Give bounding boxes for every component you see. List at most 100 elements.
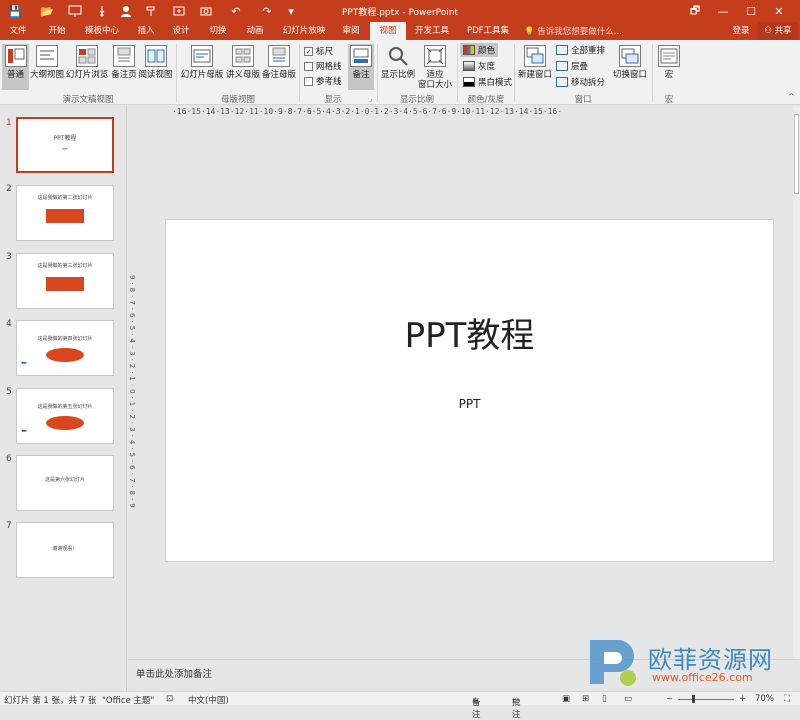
checkbox-icon <box>304 61 313 71</box>
normal-view-button[interactable]: 普通 <box>2 44 29 90</box>
new-window-button[interactable]: 新建窗口 <box>517 44 553 90</box>
color-button[interactable]: 颜色 <box>460 43 499 57</box>
group-color: 颜色/灰度 <box>467 95 505 105</box>
slide-number: 4 <box>6 319 12 329</box>
reading-view-status-icon[interactable]: ▯ <box>602 694 607 704</box>
slide-number: 3 <box>6 252 12 262</box>
tab-insert[interactable]: 插入 <box>132 22 160 40</box>
language[interactable]: 中文(中国) <box>188 694 229 706</box>
slide-thumbnail-4[interactable]: 这是我做的第四张幻灯片 ⬅ <box>16 320 114 376</box>
tab-developer[interactable]: 开发工具 <box>410 22 454 40</box>
arrange-all-icon <box>556 45 568 55</box>
collapse-ribbon-icon[interactable]: ^ <box>788 92 795 101</box>
cascade-button[interactable]: 层叠 <box>556 59 588 73</box>
black-white-button[interactable]: 黑白模式 <box>460 75 515 89</box>
zoom-out-icon[interactable]: − <box>666 694 673 704</box>
tab-file[interactable]: 文件 <box>4 22 32 40</box>
gridlines-checkbox[interactable]: 网格线 <box>304 59 342 73</box>
macros-button[interactable]: 宏 <box>656 44 682 90</box>
tab-slideshow[interactable]: 幻灯片放映 <box>278 22 330 40</box>
ruler-label: 标尺 <box>316 47 334 57</box>
switch-window-button[interactable]: 切换窗口 <box>611 44 649 90</box>
notes-master-button[interactable]: 备注母版 <box>261 44 297 90</box>
window-title: PPT教程.pptx - PowerPoint <box>341 8 459 18</box>
slide-thumbnail-7[interactable]: 谢谢观看！ <box>16 522 114 578</box>
zoom-percent[interactable]: 70% <box>755 694 774 704</box>
tab-pdf-tools[interactable]: PDF工具集 <box>462 22 514 40</box>
vertical-scrollbar[interactable] <box>793 106 800 659</box>
ppt-logo-icon <box>46 209 84 223</box>
zoom-label: 显示比例 <box>381 70 416 80</box>
ppt-logo-icon <box>46 416 84 430</box>
tab-animations[interactable]: 动画 <box>240 22 270 40</box>
reading-view-button[interactable]: 阅读视图 <box>138 44 173 90</box>
thumb-title: 这是我做的第四张幻灯片 <box>37 336 93 342</box>
tab-template[interactable]: 模板中心 <box>80 22 124 40</box>
normal-view-status-icon[interactable]: ▣ <box>562 694 570 704</box>
tab-transitions[interactable]: 切换 <box>202 22 234 40</box>
tab-review[interactable]: 审阅 <box>336 22 366 40</box>
move-split-button[interactable]: 移动拆分 <box>556 75 605 89</box>
sorter-view-status-icon[interactable]: ⊞ <box>582 694 589 704</box>
slide-sorter-button[interactable]: 幻灯片浏览 <box>65 44 109 90</box>
group-macros: 宏 <box>664 95 674 105</box>
group-master-views: 母版视图 <box>220 95 255 105</box>
slide-thumbnail-2[interactable]: 这是我做的第二张幻灯片 <box>16 185 114 241</box>
group-presentation-views: 演示文稿视图 <box>62 95 114 105</box>
slide-thumbnail-5[interactable]: 这是我做的第五张幻灯片 ⬅ <box>16 388 114 444</box>
dialog-launcher-icon[interactable]: ⌟ <box>369 95 372 103</box>
handout-master-button[interactable]: 讲义母版 <box>226 44 260 90</box>
zoom-slider[interactable] <box>678 699 734 700</box>
zoom-slider-thumb[interactable] <box>692 695 695 703</box>
login-link[interactable]: 登录 <box>728 22 754 40</box>
ruler-checkbox[interactable]: ✓ 标尺 <box>304 44 333 58</box>
zoom-button[interactable]: 显示比例 <box>381 44 415 90</box>
checkbox-icon <box>304 76 313 86</box>
arrange-all-button[interactable]: 全部重排 <box>556 43 605 57</box>
guides-checkbox[interactable]: 参考线 <box>304 74 342 88</box>
scroll-thumb[interactable] <box>794 114 799 194</box>
ppt-logo-icon <box>46 348 84 362</box>
slide-sorter-label: 幻灯片浏览 <box>65 70 109 80</box>
slide-number: 7 <box>6 521 12 531</box>
group-window: 窗口 <box>574 95 592 105</box>
close-icon[interactable]: ✕ <box>768 2 790 20</box>
handout-master-label: 讲义母版 <box>226 70 261 80</box>
tab-design[interactable]: 设计 <box>166 22 196 40</box>
tab-view[interactable]: 视图 <box>370 22 406 40</box>
slide-sorter-icon <box>76 45 98 67</box>
move-split-icon <box>556 77 568 87</box>
fit-slide-icon[interactable]: ⛶ <box>784 694 790 704</box>
reading-view-label: 阅读视图 <box>138 70 173 80</box>
tab-home[interactable]: 开始 <box>42 22 72 40</box>
group-divider <box>176 44 177 102</box>
share-label: 共享 <box>774 26 792 36</box>
outline-view-button[interactable]: 大纲视图 <box>30 44 64 90</box>
current-slide[interactable]: PPT教程 PPT <box>165 219 774 562</box>
notes-toggle-button[interactable]: 备注 <box>348 44 374 90</box>
fit-window-button[interactable]: 适应 窗口大小 <box>418 44 452 90</box>
slide-number: 2 <box>6 184 12 194</box>
lightbulb-icon: 💡 <box>524 27 535 37</box>
tell-me-box[interactable]: 💡 告诉我您想要做什么... <box>524 25 622 37</box>
slide-master-button[interactable]: 幻灯片母版 <box>180 44 224 90</box>
slideshow-status-icon[interactable]: ▭ <box>624 694 632 704</box>
grayscale-button[interactable]: 灰度 <box>460 59 498 73</box>
notes-icon <box>350 45 372 67</box>
slide-thumbnail-1[interactable]: PPT教程 PPT <box>16 117 114 173</box>
accessibility-icon[interactable]: ⊡ <box>166 694 173 704</box>
zoom-in-icon[interactable]: + <box>739 694 746 704</box>
handout-master-icon <box>232 45 254 67</box>
slide-counter: 幻灯片 第 1 张，共 7 张 <box>4 696 97 706</box>
share-button[interactable]: ⚇ 共享 <box>758 22 798 40</box>
ribbon-display-icon[interactable]: 🗗 <box>684 2 706 20</box>
slide-thumbnail-6[interactable]: 这是第六张幻灯片 <box>16 455 114 511</box>
slide-title[interactable]: PPT教程 <box>166 308 773 357</box>
slide-subtitle[interactable]: PPT <box>166 397 773 411</box>
minimize-icon[interactable]: — <box>712 2 734 20</box>
notes-page-button[interactable]: 备注页 <box>110 44 138 90</box>
magnifier-icon <box>387 45 409 67</box>
maximize-icon[interactable]: ☐ <box>740 2 762 20</box>
slide-thumbnail-3[interactable]: 这是我做的第三张幻灯片 <box>16 253 114 309</box>
grayscale-icon <box>463 61 475 71</box>
